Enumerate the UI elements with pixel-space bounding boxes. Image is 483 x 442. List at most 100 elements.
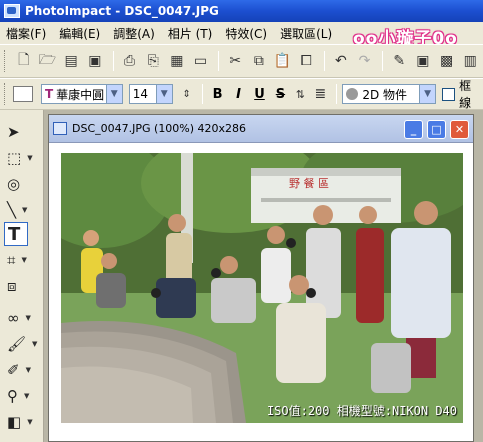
batch-icon[interactable]: ▦ bbox=[166, 50, 188, 72]
object-mode-select[interactable]: 2D 物件 ▼ bbox=[342, 84, 437, 104]
align-icon[interactable]: ≣ bbox=[311, 83, 329, 105]
document-window[interactable]: DSC_0047.JPG (100%) 420x286 _ □ ✕ 野 餐 區 bbox=[48, 114, 474, 442]
spin-icon[interactable]: ⇕ bbox=[179, 83, 195, 105]
mask-tool[interactable]: ◎ bbox=[4, 172, 38, 196]
redo-icon[interactable]: ↷ bbox=[354, 50, 376, 72]
camera-icon[interactable]: ▣ bbox=[412, 50, 434, 72]
document-title: DSC_0047.JPG (100%) 420x286 bbox=[72, 122, 247, 135]
menu-effects[interactable]: 特效(C) bbox=[225, 25, 267, 42]
toolbar-divider bbox=[201, 84, 203, 104]
toolbar-divider bbox=[218, 51, 220, 71]
copy-icon[interactable]: ⧉ bbox=[248, 50, 270, 72]
photo-image: 野 餐 區 bbox=[61, 153, 463, 423]
italic-button[interactable]: I bbox=[229, 87, 249, 102]
chevron-down-icon[interactable]: ▼ bbox=[26, 314, 31, 322]
crop-icon: ⌗ bbox=[7, 251, 16, 269]
toolbar-divider bbox=[324, 51, 326, 71]
selection-tool[interactable]: ⬚ ▼ bbox=[4, 146, 38, 170]
font-name-value: 華康中圓 bbox=[56, 87, 105, 102]
clone-tool[interactable]: ✐ ▼ bbox=[4, 358, 38, 382]
minimize-button[interactable]: _ bbox=[404, 120, 423, 139]
undo-icon[interactable]: ↶ bbox=[330, 50, 352, 72]
strikethrough-button[interactable]: S bbox=[270, 87, 290, 102]
toolbar-grip[interactable] bbox=[4, 50, 7, 72]
chevron-down-icon[interactable]: ▼ bbox=[27, 154, 32, 162]
retouch-tool[interactable]: ∞ ▼ bbox=[4, 306, 38, 330]
tool-panel: ➤ ⬚ ▼ ◎ ╲ ▼ T ⌗ ▼ ⧈ ∞ ▼ 🖌 ▼ ✐ ▼ ⚲ ▼ ◧ ▼ bbox=[0, 110, 44, 442]
paste-icon[interactable]: 📋 bbox=[272, 50, 294, 72]
line-tool[interactable]: ╲ ▼ bbox=[4, 198, 38, 222]
line-icon: ╲ bbox=[7, 201, 17, 219]
text-color-swatch[interactable] bbox=[13, 86, 33, 102]
photo-canvas[interactable]: 野 餐 區 ISO值:200 相機型號:NIKON D40 bbox=[61, 153, 463, 423]
text-tool[interactable]: T bbox=[4, 222, 28, 246]
chevron-down-icon[interactable]: ▼ bbox=[24, 392, 29, 400]
marquee-icon: ⬚ bbox=[7, 149, 22, 167]
chevron-down-icon[interactable]: ▼ bbox=[32, 340, 37, 348]
standard-toolbar: 🗋 🗁 ▤ ▣ ⎙ ⎘ ▦ ▭ ✂ ⧉ 📋 ⧠ ↶ ↷ ✎ ▣ ▩ ▥ bbox=[0, 44, 483, 78]
transform-tool[interactable]: ⧈ bbox=[4, 274, 38, 298]
stamp-tool[interactable]: ⚲ ▼ bbox=[4, 384, 38, 408]
text-toolbar: T 華康中圓 ▼ 14 ▼ ⇕ B I U S ⇅ ≣ 2D 物件 ▼ 框線 bbox=[0, 78, 483, 110]
toolbar-divider bbox=[382, 51, 384, 71]
film-icon[interactable]: ▥ bbox=[459, 50, 481, 72]
toolbar-divider bbox=[112, 51, 114, 71]
pointer-icon: ➤ bbox=[7, 123, 20, 141]
stamp-icon: ⚲ bbox=[7, 387, 18, 405]
image-icon[interactable]: ▩ bbox=[436, 50, 458, 72]
vertical-text-icon[interactable]: ⇅ bbox=[291, 83, 309, 105]
print-icon[interactable]: ⎙ bbox=[119, 50, 141, 72]
font-size-select[interactable]: 14 ▼ bbox=[128, 84, 173, 104]
brush-icon: 🖌 bbox=[7, 335, 27, 353]
menu-file[interactable]: 檔案(F) bbox=[6, 25, 46, 42]
chevron-down-icon[interactable]: ▼ bbox=[26, 366, 31, 374]
chevron-down-icon[interactable]: ▼ bbox=[155, 85, 172, 103]
text-tool-icon: T bbox=[8, 223, 21, 245]
save-icon[interactable]: ▣ bbox=[84, 50, 106, 72]
border-checkbox[interactable] bbox=[442, 87, 456, 101]
paint-tool[interactable]: 🖌 ▼ bbox=[4, 332, 38, 356]
new-file-icon[interactable]: 🗋 bbox=[13, 50, 35, 72]
border-checkbox-label: 框線 bbox=[459, 79, 472, 110]
close-button[interactable]: ✕ bbox=[450, 120, 469, 139]
app-icon[interactable] bbox=[4, 4, 20, 18]
clone-brush-icon: ✐ bbox=[7, 361, 20, 379]
pick-tool[interactable]: ➤ bbox=[4, 120, 38, 144]
eraser-tool[interactable]: ◧ ▼ bbox=[4, 410, 38, 434]
menu-photo[interactable]: 相片 (T) bbox=[168, 25, 213, 42]
menu-edit[interactable]: 編輯(E) bbox=[59, 25, 100, 42]
chevron-down-icon[interactable]: ▼ bbox=[22, 206, 27, 214]
toolbar-divider bbox=[336, 84, 338, 104]
open-file-icon[interactable]: 🗁 bbox=[37, 50, 59, 72]
eraser-icon: ◧ bbox=[7, 413, 22, 431]
exif-caption: ISO值:200 相機型號:NIKON D40 bbox=[266, 404, 457, 418]
chevron-down-icon[interactable]: ▼ bbox=[27, 418, 32, 426]
bold-button[interactable]: B bbox=[208, 87, 228, 102]
retouch-icon: ∞ bbox=[7, 309, 20, 327]
transform-icon: ⧈ bbox=[7, 277, 17, 295]
crop-tool[interactable]: ⌗ ▼ bbox=[4, 248, 38, 272]
maximize-button[interactable]: □ bbox=[427, 120, 446, 139]
sign-text: 野 餐 區 bbox=[289, 176, 329, 190]
underline-button[interactable]: U bbox=[250, 87, 270, 102]
chevron-down-icon[interactable]: ▼ bbox=[21, 256, 26, 264]
menu-selection[interactable]: 選取區(L) bbox=[280, 25, 332, 42]
app-title: PhotoImpact - DSC_0047.JPG bbox=[25, 4, 219, 18]
cut-icon[interactable]: ✂ bbox=[224, 50, 246, 72]
menu-adjust[interactable]: 調整(A) bbox=[113, 25, 155, 42]
paste-new-icon[interactable]: ⧠ bbox=[295, 50, 317, 72]
sphere-icon bbox=[346, 88, 359, 100]
truetype-icon: T bbox=[44, 87, 54, 101]
app-title-bar: PhotoImpact - DSC_0047.JPG bbox=[0, 0, 483, 22]
chevron-down-icon[interactable]: ▼ bbox=[419, 85, 436, 103]
scan-icon[interactable]: ▤ bbox=[60, 50, 82, 72]
document-icon bbox=[53, 122, 67, 135]
paint-tool-icon[interactable]: ✎ bbox=[388, 50, 410, 72]
mask-icon: ◎ bbox=[7, 175, 21, 193]
object-mode-value: 2D 物件 bbox=[362, 87, 408, 102]
font-name-select[interactable]: T 華康中圓 ▼ bbox=[40, 84, 123, 104]
send-icon[interactable]: ▭ bbox=[190, 50, 212, 72]
print-preview-icon[interactable]: ⎘ bbox=[142, 50, 164, 72]
chevron-down-icon[interactable]: ▼ bbox=[105, 85, 122, 103]
toolbar-grip[interactable] bbox=[4, 83, 7, 105]
